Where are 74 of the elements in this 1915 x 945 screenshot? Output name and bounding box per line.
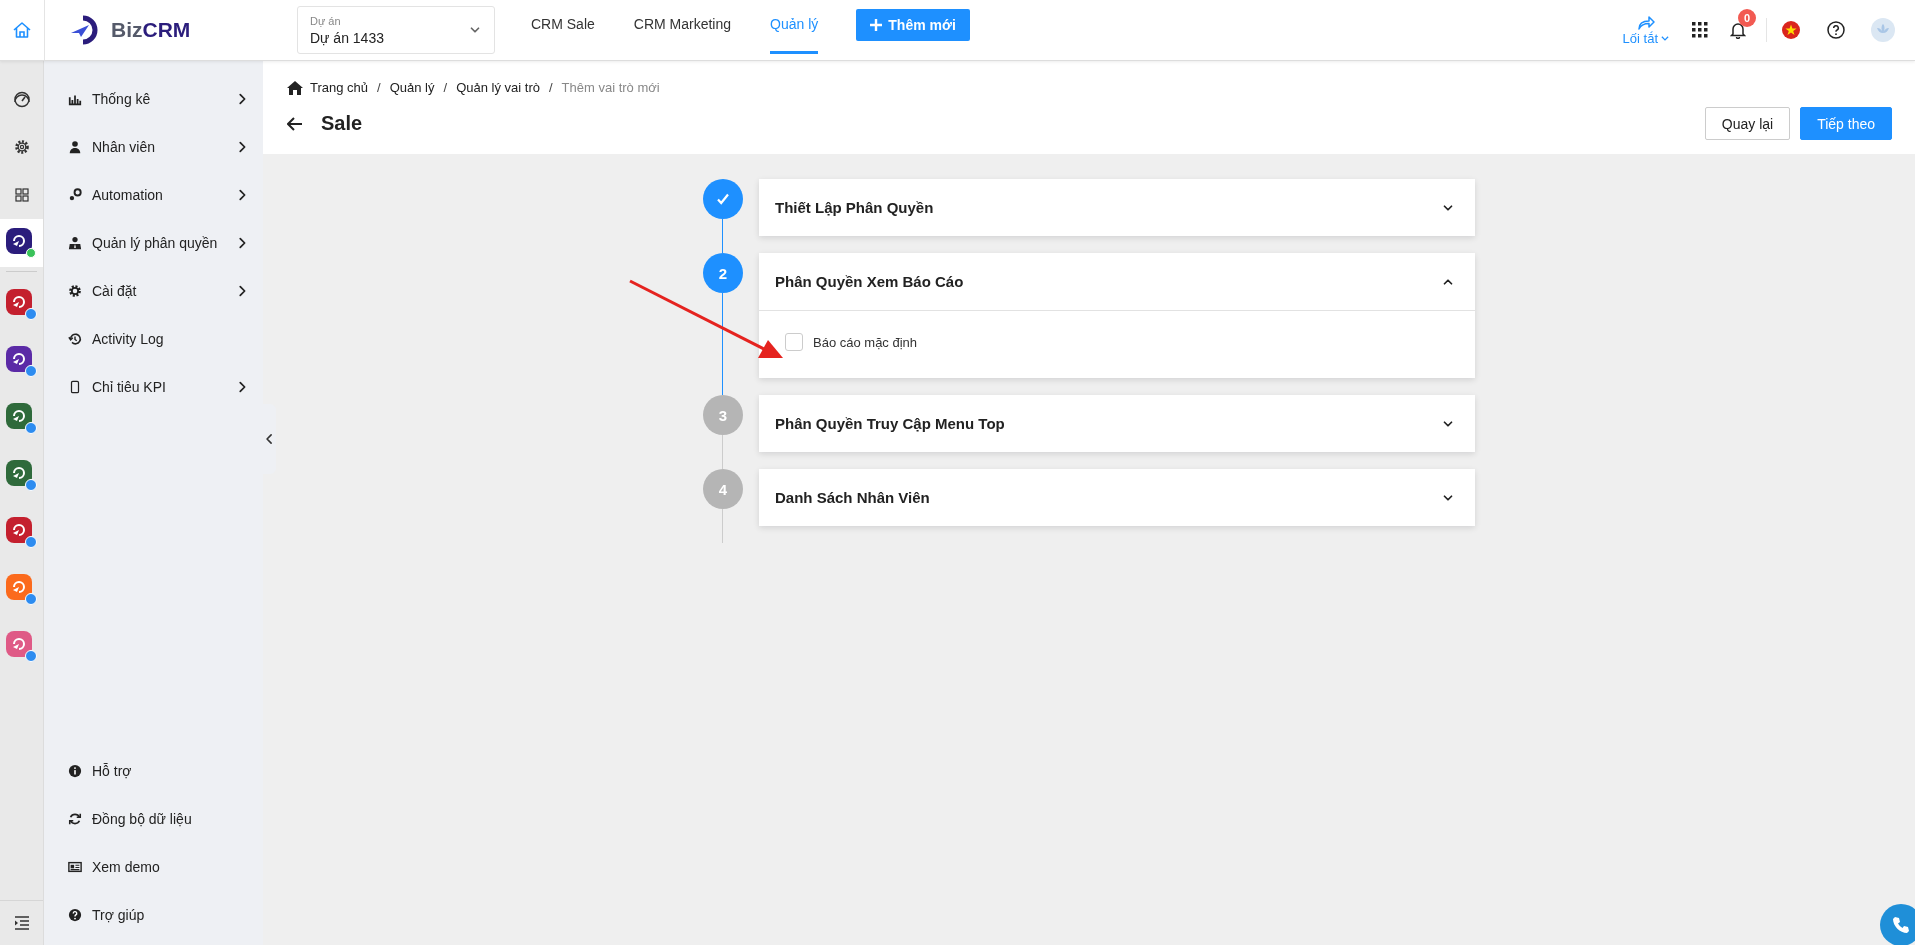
grid-icon[interactable] — [12, 186, 31, 204]
sidebar-item[interactable]: Automation — [44, 171, 263, 219]
newspaper-icon — [68, 860, 82, 874]
breadcrumb-link[interactable]: Quản lý — [389, 80, 435, 95]
back-arrow-icon[interactable] — [287, 116, 303, 131]
breadcrumb-separator: / — [377, 80, 381, 95]
back-button[interactable]: Quay lại — [1704, 107, 1791, 140]
gears-icon — [68, 188, 82, 202]
checkbox-label: Báo cáo mặc định — [813, 334, 918, 350]
phone-icon — [1891, 915, 1911, 935]
sidebar-item[interactable]: Quản lý phân quyền — [44, 219, 263, 267]
nav-tab[interactable]: CRM Sale — [531, 0, 595, 54]
plus-icon — [870, 19, 883, 31]
step-indicator: 3 — [703, 395, 743, 435]
sidebar-item[interactable]: Nhân viên — [44, 123, 263, 171]
user-tie-icon — [68, 236, 82, 250]
plus-badge — [25, 308, 37, 320]
app-icon[interactable] — [6, 403, 32, 429]
plus-badge — [25, 365, 37, 377]
plus-badge — [25, 422, 37, 434]
sidebar-item[interactable]: Xem demo — [44, 843, 263, 891]
nav-tab[interactable]: CRM Marketing — [633, 0, 732, 54]
breadcrumb-link[interactable]: Trang chủ — [310, 80, 369, 95]
plus-badge — [25, 479, 37, 491]
checkbox[interactable] — [785, 333, 803, 351]
sidebar-item[interactable]: Hỗ trợ — [44, 747, 263, 795]
app-icon[interactable] — [6, 460, 32, 486]
app-icon[interactable] — [6, 517, 32, 543]
settings-icon[interactable] — [12, 138, 31, 156]
step-header[interactable]: Phân Quyền Xem Báo Cáo — [759, 253, 1475, 310]
plus-badge — [25, 536, 37, 548]
step-header[interactable]: Danh Sách Nhân Viên — [759, 469, 1475, 526]
breadcrumb-link[interactable]: Quản lý vai trò — [456, 80, 540, 95]
project-select[interactable]: Dự án Dự án 1433 — [297, 6, 495, 54]
sidebar-item[interactable]: Thống kê — [44, 75, 263, 123]
notification-bell-icon[interactable] — [1730, 21, 1746, 39]
step-indicator: 2 — [703, 253, 743, 293]
step-header[interactable]: Phân Quyền Truy Cập Menu Top — [759, 395, 1475, 452]
sidebar-item[interactable]: Trợ giúp — [44, 891, 263, 939]
sidebar-item[interactable]: Đồng bộ dữ liệu — [44, 795, 263, 843]
caret-icon — [1660, 33, 1670, 43]
speedometer-icon[interactable] — [12, 90, 31, 108]
sync-icon — [68, 812, 82, 826]
page-title: Sale — [321, 112, 363, 135]
gear-icon — [68, 284, 82, 298]
sidebar-item[interactable]: Activity Log — [44, 315, 263, 363]
notification-count: 0 — [1738, 9, 1756, 27]
info-icon — [68, 764, 82, 778]
home-icon[interactable] — [287, 80, 303, 95]
share-arrow-icon — [1637, 14, 1656, 31]
plus-badge — [25, 593, 37, 605]
online-status-dot — [26, 247, 36, 258]
app-icon[interactable] — [6, 346, 32, 372]
app-icon[interactable] — [6, 227, 32, 254]
help-icon[interactable] — [1827, 21, 1845, 39]
apps-grid-icon[interactable] — [1692, 22, 1708, 38]
sidebar-item[interactable]: Cài đặt — [44, 267, 263, 315]
history-icon — [68, 332, 82, 346]
collapse-handle[interactable] — [263, 404, 276, 474]
phone-call-button[interactable] — [1880, 904, 1915, 945]
breadcrumb-separator: / — [443, 80, 448, 95]
checkmark-icon — [715, 191, 731, 207]
mobile-icon — [68, 380, 82, 394]
question-icon — [68, 908, 82, 922]
breadcrumb-separator: / — [548, 80, 553, 95]
plus-badge — [25, 650, 37, 662]
app-icon[interactable] — [6, 289, 32, 315]
flag-icon[interactable] — [1781, 20, 1801, 40]
step-header[interactable]: Thiết Lập Phân Quyền — [759, 179, 1475, 236]
indent-menu-icon[interactable] — [13, 916, 30, 930]
step-indicator: 4 — [703, 469, 743, 509]
logo-text: BizCRM — [111, 18, 191, 42]
sidebar-item[interactable]: Chỉ tiêu KPI — [44, 363, 263, 411]
person-icon — [68, 140, 82, 154]
